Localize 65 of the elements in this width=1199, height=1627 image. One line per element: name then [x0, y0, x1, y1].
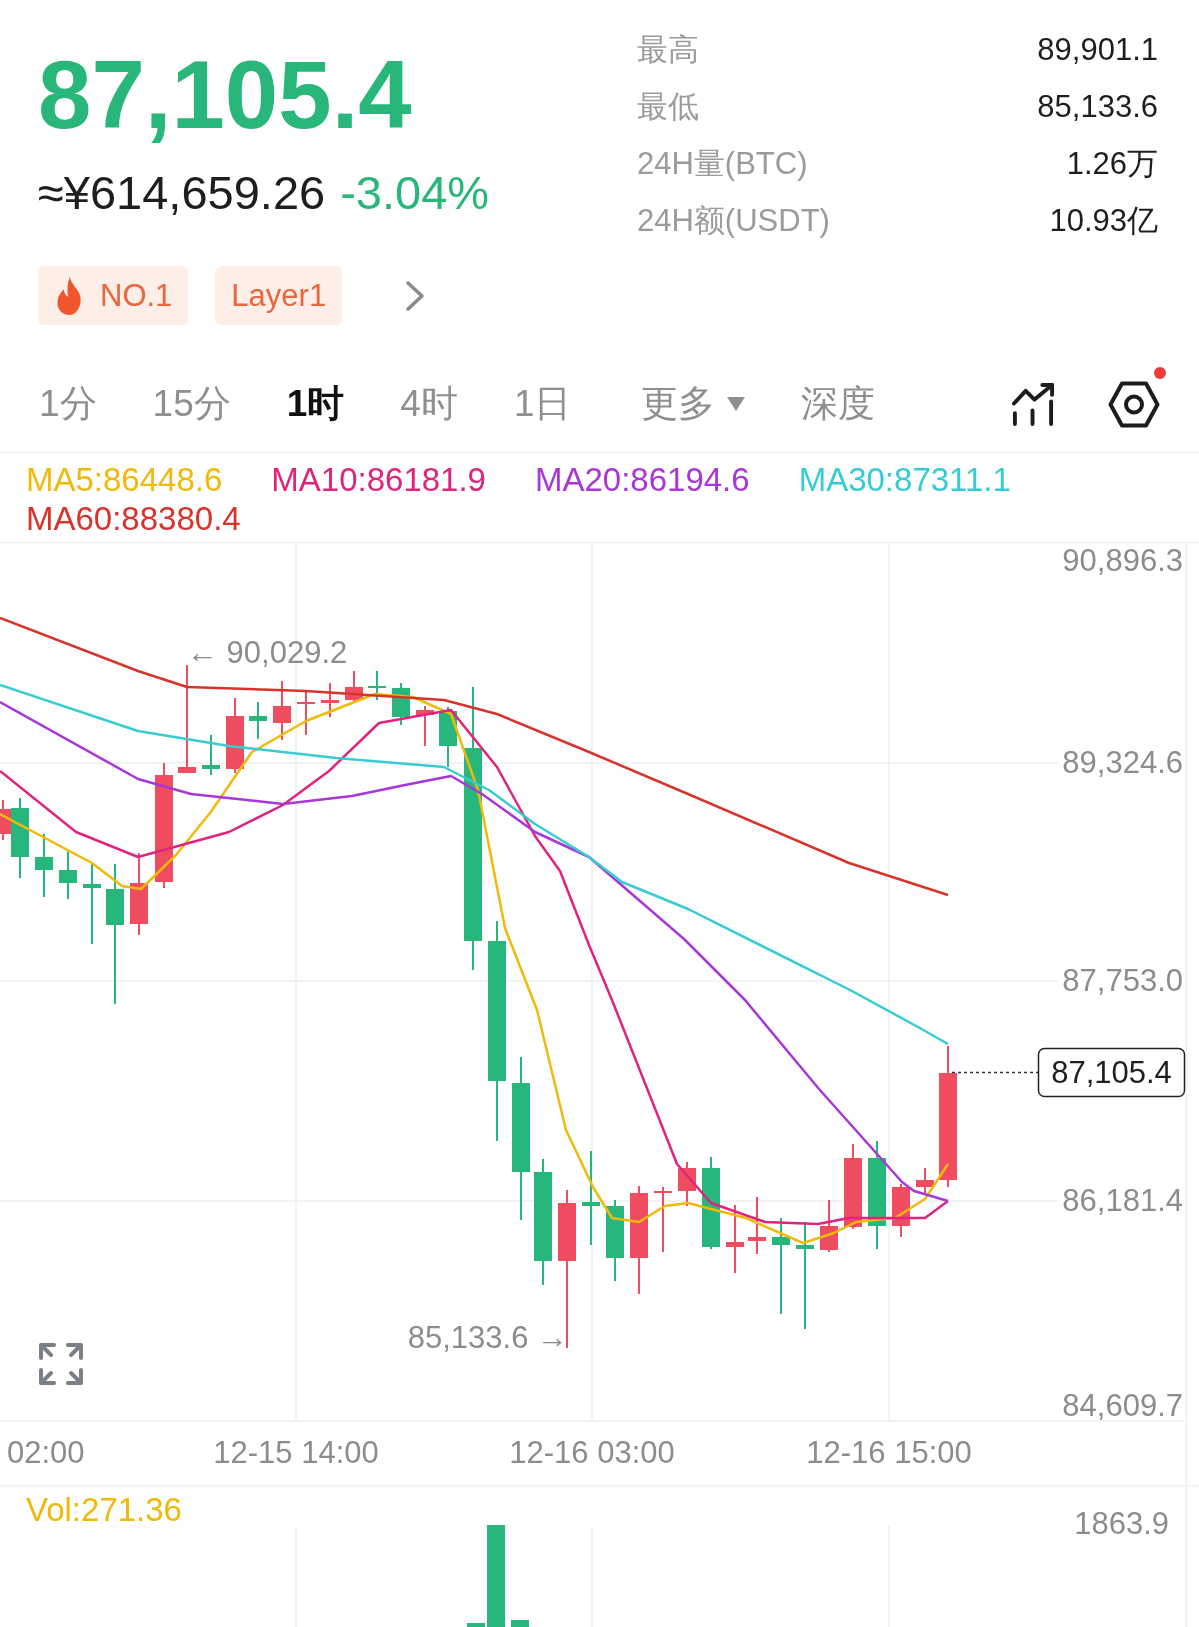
time-axis-label: 12-15 14:00 — [213, 1435, 379, 1470]
candlestick — [820, 1199, 838, 1253]
low-price-marker: 85,133.6 → — [407, 1320, 568, 1355]
candlestick — [297, 689, 315, 736]
category-tag[interactable]: Layer1 — [215, 266, 343, 325]
time-axis-label: 12-16 03:00 — [509, 1435, 675, 1470]
moving-average-value: MA20:86194.6 — [535, 460, 750, 499]
price-change: -3.04% — [340, 167, 490, 219]
candlestick — [35, 833, 53, 898]
stat-value: 1.26万 — [1066, 144, 1158, 183]
volume-value: Vol:271.36 — [26, 1491, 182, 1528]
settings-icon[interactable] — [1108, 380, 1160, 428]
volume-bar — [511, 1620, 529, 1627]
candlestick — [654, 1186, 672, 1253]
caret-down-icon — [727, 397, 746, 411]
chart-tab[interactable]: 深度 — [801, 379, 876, 429]
time-axis-label: 12-16 15:00 — [806, 1435, 972, 1470]
volume-axis-label: 1863.9 — [1074, 1506, 1169, 1541]
candlestick — [392, 682, 410, 726]
chart-tab[interactable]: 4时 — [400, 379, 458, 429]
volume-bar — [467, 1623, 485, 1627]
price-axis-label: 84,609.7 — [1062, 1388, 1183, 1423]
candlestick — [249, 701, 267, 740]
expand-icon[interactable] — [39, 1343, 83, 1385]
chevron-right-icon[interactable] — [405, 279, 426, 312]
fiat-price: ≈¥614,659.26 — [38, 167, 326, 219]
stat-label: 24H量(BTC) — [637, 144, 809, 183]
candlestick — [892, 1183, 910, 1238]
rank-tag[interactable]: NO.1 — [38, 266, 189, 325]
candlestick — [202, 734, 220, 776]
candlestick — [678, 1161, 696, 1207]
moving-average-value: MA60:88380.4 — [26, 499, 241, 538]
moving-average-value: MA5:86448.6 — [26, 460, 223, 499]
last-price-tag: 87,105.4 — [1037, 1047, 1186, 1098]
candlestick — [273, 680, 291, 741]
stat-label: 最高 — [637, 30, 700, 69]
stat-value: 10.93亿 — [1049, 201, 1158, 240]
stat-label: 最低 — [637, 87, 700, 126]
price-axis-label: 90,896.3 — [1062, 543, 1183, 578]
chart-tab[interactable]: 1分 — [39, 379, 97, 429]
candlestick — [59, 850, 77, 900]
candlestick — [416, 705, 434, 747]
stat-value: 85,133.6 — [1037, 88, 1158, 125]
candlestick — [321, 682, 339, 718]
chart-tab[interactable]: 15分 — [152, 379, 231, 429]
price-axis-label: 89,324.6 — [1062, 745, 1183, 780]
candlestick — [916, 1167, 934, 1196]
high-price-marker: ← 90,029.2 — [187, 635, 348, 670]
chart-tab[interactable]: 1日 — [513, 379, 572, 429]
candlestick — [368, 670, 386, 701]
time-axis-label: 02:00 — [7, 1435, 85, 1470]
price-axis-label: 86,181.4 — [1062, 1183, 1183, 1218]
indicator-chart-icon[interactable] — [1011, 381, 1056, 427]
stat-label: 24H额(USDT) — [637, 201, 830, 240]
candlestick — [439, 706, 457, 768]
price-axis-label: 87,753.0 — [1062, 963, 1183, 998]
stat-value: 89,901.1 — [1037, 31, 1158, 68]
candlestick — [726, 1204, 744, 1274]
moving-average-value: MA10:86181.9 — [271, 460, 486, 499]
last-price: 87,105.4 — [38, 42, 413, 148]
dropdown-tab[interactable]: 更多 — [641, 379, 746, 429]
candlestick — [345, 670, 363, 703]
candlestick — [748, 1196, 766, 1255]
moving-average-value: MA30:87311.1 — [798, 460, 1011, 499]
chart-tab[interactable]: 1时 — [286, 379, 345, 429]
